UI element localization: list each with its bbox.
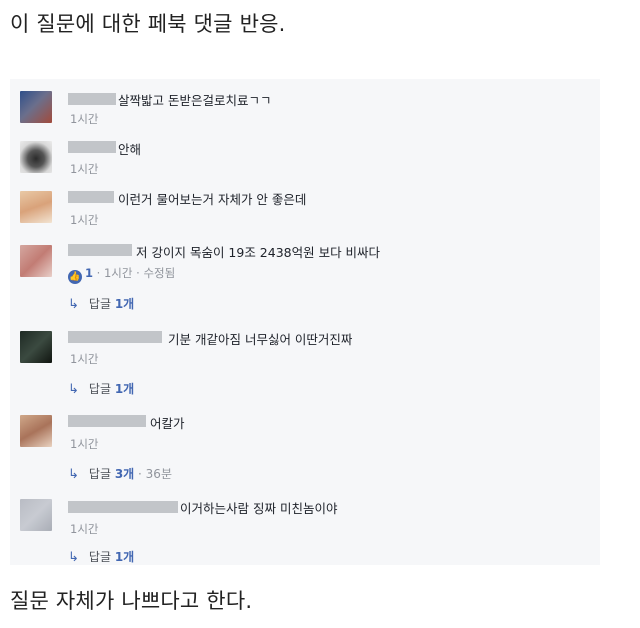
comment-1: 살짝밟고 돈받은걸로치료ㄱㄱ 1시간 [10,79,600,129]
comment-meta-row: 👍 1 · 1시간 · 수정됨 [68,266,176,284]
comment-text: 기분 개같아짐 너무싫어 이딴거진짜 [168,332,353,347]
comment-time[interactable]: 1시간 [70,436,98,452]
commenter-name[interactable] [68,93,116,105]
commenter-name[interactable] [68,141,116,153]
commenter-name[interactable] [68,191,114,203]
caption-top: 이 질문에 대한 페북 댓글 반응. [10,12,286,36]
comment-time[interactable]: 1시간 [104,266,132,280]
reply-link[interactable]: ↳ 답글 1개 [68,295,134,312]
avatar[interactable] [20,191,52,223]
reply-arrow-icon: ↳ [68,467,79,482]
comment-text: 어칼가 [150,416,185,431]
caption-bottom: 질문 자체가 나쁘다고 한다. [10,589,253,613]
comment-2: 안해 1시간 [10,131,600,179]
comment-3: 이런거 물어보는거 자체가 안 좋은데 1시간 [10,181,600,231]
avatar[interactable] [20,415,52,447]
like-icon[interactable]: 👍 [68,270,82,284]
reply-link[interactable]: ↳ 답글 3개 · 36분 [68,465,172,482]
comment-text: 안해 [118,142,142,157]
reply-arrow-icon: ↳ [68,382,79,397]
avatar[interactable] [20,91,52,123]
comment-5: 기분 개같아짐 너무싫어 이딴거진짜 1시간 ↳ 답글 1개 [10,319,600,401]
commenter-name[interactable] [68,501,178,513]
comment-time[interactable]: 1시간 [70,351,98,367]
comment-time[interactable]: 1시간 [70,111,98,127]
comment-text: 살짝밟고 돈받은걸로치료ㄱㄱ [118,93,272,108]
commenter-name[interactable] [68,331,162,343]
comment-text: 이거하는사람 징짜 미친놈이야 [180,501,338,516]
reply-link[interactable]: ↳ 답글 1개 [68,380,134,397]
commenter-name[interactable] [68,415,146,427]
comment-time[interactable]: 1시간 [70,212,98,228]
avatar[interactable] [20,245,52,277]
edited-label[interactable]: 수정됨 [143,266,175,280]
reply-arrow-icon: ↳ [68,297,79,312]
comment-7: 이거하는사람 징짜 미친놈이야 1시간 ↳ 답글 1개 [10,489,600,565]
comment-text: 저 강이지 목숨이 19조 2438억원 보다 비싸다 [136,245,381,260]
like-count[interactable]: 1 [85,266,93,280]
avatar[interactable] [20,141,52,173]
avatar[interactable] [20,331,52,363]
reply-link[interactable]: ↳ 답글 1개 [68,548,134,565]
comment-4: 저 강이지 목숨이 19조 2438억원 보다 비싸다 👍 1 · 1시간 · 수… [10,233,600,317]
reply-time: 36분 [145,467,172,481]
reply-arrow-icon: ↳ [68,550,79,565]
comment-panel: 살짝밟고 돈받은걸로치료ㄱㄱ 1시간 안해 1시간 이런거 물어보는거 자체가 … [10,79,600,565]
commenter-name[interactable] [68,244,132,256]
avatar[interactable] [20,499,52,531]
comment-time[interactable]: 1시간 [70,521,98,537]
comment-6: 어칼가 1시간 ↳ 답글 3개 · 36분 [10,403,600,487]
comment-text: 이런거 물어보는거 자체가 안 좋은데 [118,192,307,207]
comment-time[interactable]: 1시간 [70,161,98,177]
